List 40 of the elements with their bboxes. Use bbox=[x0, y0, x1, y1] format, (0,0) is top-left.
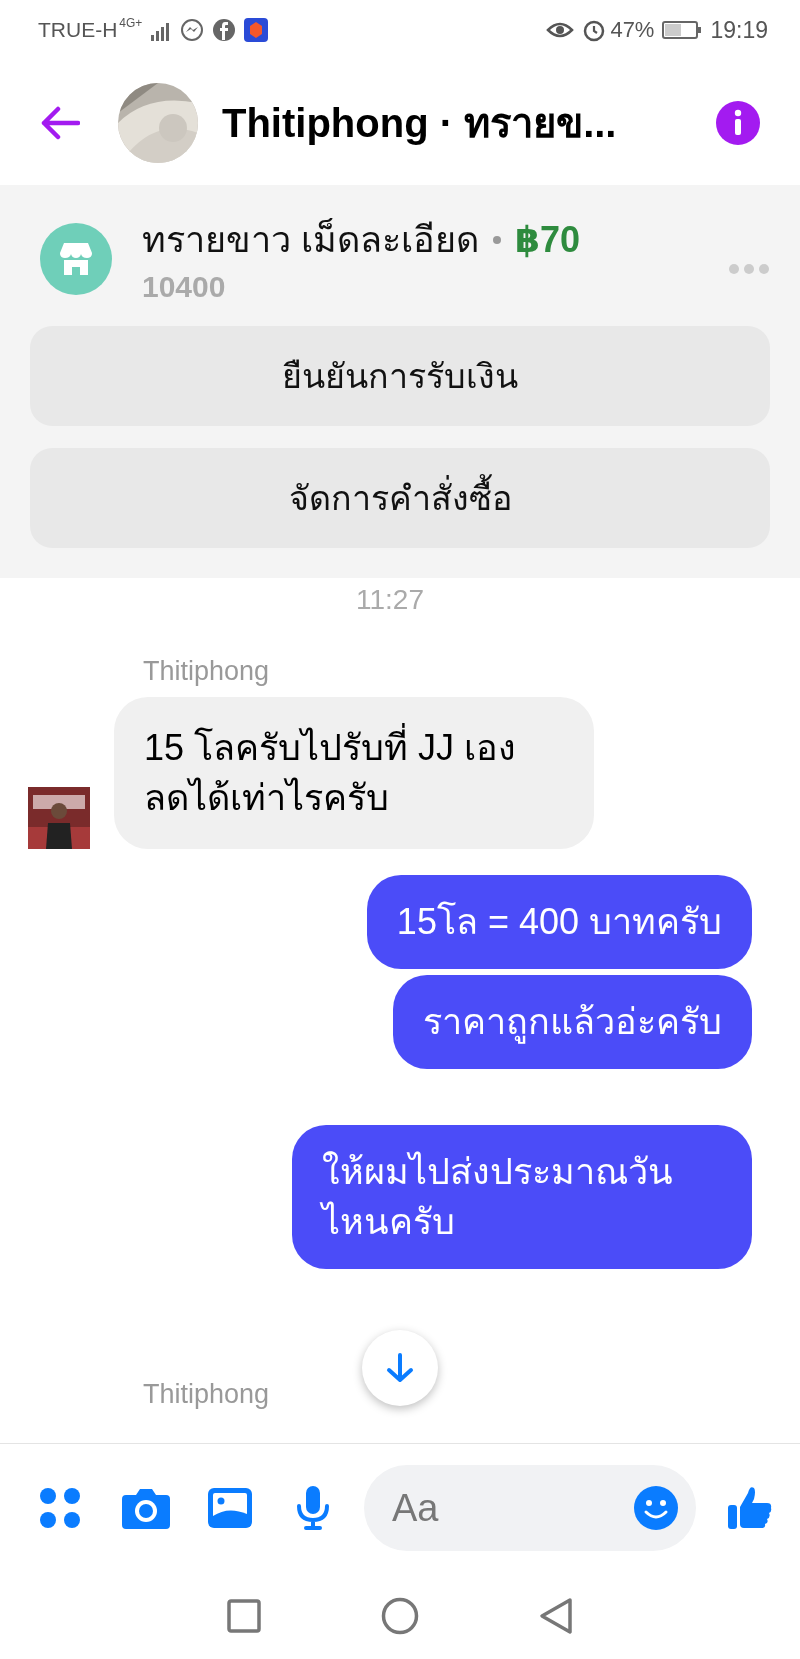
sender-name: Thitiphong bbox=[143, 656, 270, 687]
battery-percent: 47% bbox=[610, 17, 655, 43]
facebook-icon bbox=[212, 18, 237, 42]
arrow-down-icon bbox=[385, 1352, 415, 1384]
camera-icon[interactable] bbox=[122, 1487, 170, 1529]
separator-dot bbox=[493, 235, 501, 244]
clock-time: 19:19 bbox=[710, 16, 768, 44]
message-bubble: ให้ผมไปส่งประมาณวันไหนครับ bbox=[292, 1125, 752, 1269]
message-field[interactable]: Aa bbox=[364, 1465, 696, 1551]
back-button[interactable] bbox=[40, 104, 80, 141]
timestamp: 11:27 bbox=[356, 584, 424, 616]
emoji-icon[interactable] bbox=[634, 1486, 678, 1530]
alarm-icon bbox=[582, 18, 607, 42]
info-button[interactable] bbox=[716, 100, 760, 145]
action-button[interactable]: ยืนยันการรับเงิน bbox=[30, 326, 770, 426]
recent-apps-button[interactable] bbox=[227, 1598, 261, 1633]
back-nav-button[interactable] bbox=[539, 1596, 573, 1635]
image-icon[interactable] bbox=[208, 1488, 252, 1528]
microphone-icon[interactable] bbox=[296, 1486, 330, 1530]
home-button[interactable] bbox=[381, 1596, 419, 1635]
carrier-label: TRUE-H bbox=[38, 18, 118, 42]
message-bubble: ราคาถูกแล้วอ่ะครับ bbox=[393, 975, 752, 1069]
network-label: 4G+ bbox=[119, 16, 143, 30]
chat-title: Thitiphong · ทรายข... bbox=[222, 99, 618, 147]
product-price: ฿70 bbox=[515, 218, 581, 261]
product-title: ทรายขาว เม็ดละเอียด bbox=[142, 217, 479, 262]
battery-icon bbox=[662, 20, 703, 40]
message-bubble: 15 โลครับไปรับที่ JJ เอง ลดได้เท่าไรครับ bbox=[114, 697, 594, 849]
messenger-icon bbox=[180, 18, 205, 42]
menu-icon[interactable] bbox=[40, 1488, 80, 1528]
thumbs-up-icon[interactable] bbox=[728, 1485, 772, 1531]
store-icon bbox=[40, 223, 112, 295]
scroll-down-button[interactable] bbox=[362, 1330, 438, 1406]
postal-code: 10400 bbox=[142, 270, 227, 304]
eye-icon bbox=[546, 20, 575, 40]
app-icon bbox=[244, 18, 269, 42]
message-bubble: 15โล = 400 บาทครับ bbox=[366, 875, 752, 969]
sender-name: Thitiphong bbox=[143, 1379, 270, 1410]
action-button[interactable]: จัดการคำสั่งซื้อ bbox=[30, 448, 770, 548]
text-input[interactable]: Aa bbox=[390, 1485, 634, 1531]
